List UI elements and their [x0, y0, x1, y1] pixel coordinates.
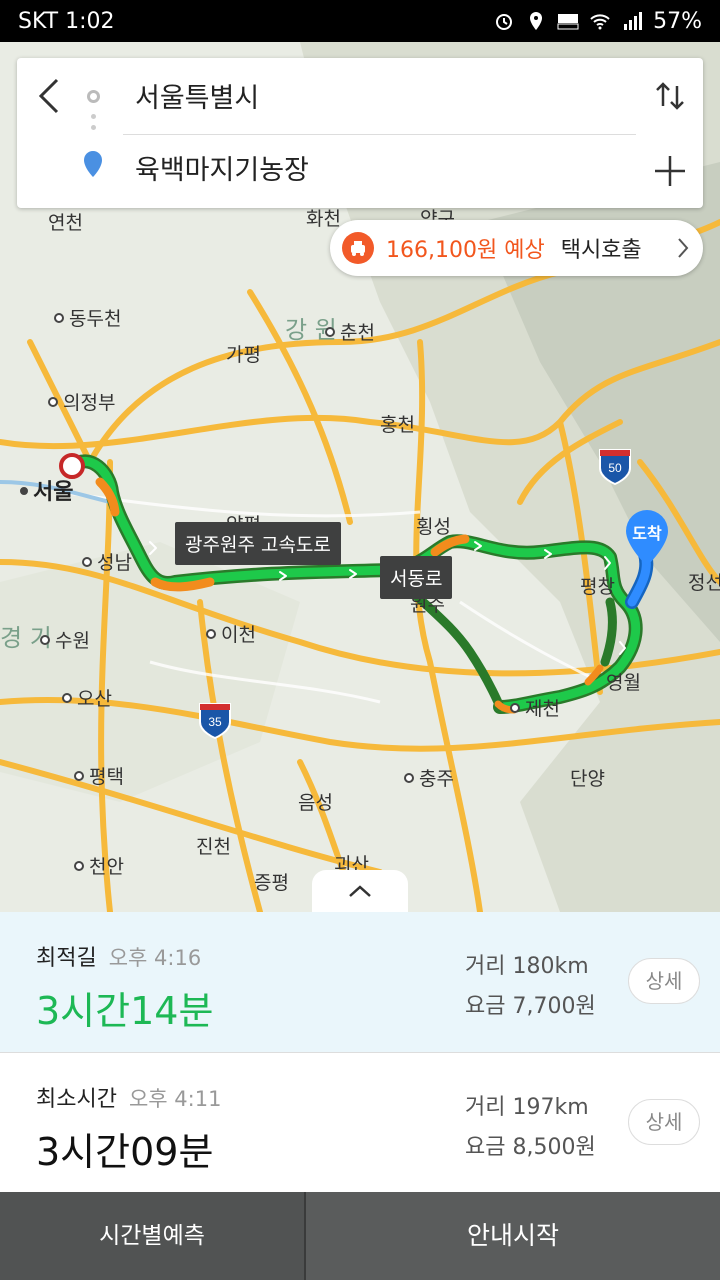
bottom-action-bar: 시간별예측 안내시작 [0, 1192, 720, 1280]
map-label-yeongwol: 영월 [606, 672, 641, 694]
route-detail-button[interactable]: 상세 [628, 958, 700, 1004]
map-label-uijeongbu: 의정부 [48, 388, 115, 415]
battery-level: 57% [653, 8, 702, 34]
map-label-cheonan: 천안 [74, 852, 124, 879]
field-divider [123, 134, 636, 135]
wifi-icon [590, 14, 610, 30]
route-name: 최적길 오후 4:16 [36, 946, 202, 971]
chevron-up-icon [349, 885, 371, 897]
panel-expand-handle[interactable] [312, 870, 408, 914]
map-label-seoul: 서울 [20, 474, 73, 506]
taxi-price-estimate: 166,100원 예상 [386, 238, 545, 263]
map-label-pyeongchang: 평창 [580, 576, 615, 598]
carrier-label: SKT [18, 8, 59, 34]
route-duration: 3시간14분 [36, 989, 214, 1033]
route-option-fastest[interactable]: 최소시간 오후 4:11 3시간09분 거리 197km 요금 8,500원 상세 [0, 1052, 720, 1192]
origin-dot-icon [87, 90, 100, 103]
map-label-jeongseon: 정선 [688, 572, 720, 594]
add-waypoint-icon[interactable] [651, 152, 689, 190]
map-label-danyang: 단양 [570, 768, 605, 790]
back-button[interactable] [31, 76, 71, 116]
route-search-card: 서울특별시 육백마지기농장 [17, 58, 703, 208]
map-label-pyeongtaek: 평택 [74, 762, 124, 789]
route-name: 최소시간 오후 4:11 [36, 1087, 222, 1112]
svg-text:35: 35 [208, 715, 222, 729]
map-label-icheon: 이천 [206, 620, 256, 647]
status-right: 57% [493, 9, 702, 34]
chevron-right-icon [678, 238, 689, 258]
destination-badge-label: 도착 [632, 524, 662, 543]
map-label-chungju: 충주 [404, 764, 454, 791]
route-distance: 거리 180km [465, 954, 589, 979]
route-distance: 거리 197km [465, 1095, 589, 1120]
clock: 1:02 [65, 8, 115, 34]
route-fee: 요금 7,700원 [465, 994, 596, 1019]
status-bar: SKT 1:02 57% [0, 0, 720, 42]
map-label-jeungpyeong: 증평 [254, 872, 289, 894]
route-fee: 요금 8,500원 [465, 1135, 596, 1160]
map-label-dongducheon: 동두천 [54, 304, 121, 331]
map-label-jincheon: 진천 [196, 836, 231, 858]
map-label-suwon: 수원 [40, 626, 90, 653]
svg-text:50: 50 [608, 461, 622, 475]
route-tag-seodongro: 서동로 [380, 556, 453, 599]
time-forecast-button[interactable]: 시간별예측 [0, 1192, 306, 1280]
route-duration: 3시간09분 [36, 1130, 214, 1174]
destination-field[interactable]: 육백마지기농장 [135, 148, 309, 187]
route-dots [91, 114, 96, 136]
map-label-eumseong: 음성 [298, 792, 333, 814]
route-detail-button[interactable]: 상세 [628, 1099, 700, 1145]
map-label-osan: 오산 [62, 684, 112, 711]
route-eta: 오후 4:11 [128, 1087, 222, 1111]
signal-icon [624, 12, 643, 30]
origin-field[interactable]: 서울특별시 [135, 76, 259, 115]
map-label-seongnam: 성남 [82, 548, 132, 575]
map-label-gapyeong: 가평 [226, 344, 261, 366]
destination-marker[interactable]: 도착 [624, 508, 670, 568]
start-navigation-button[interactable]: 안내시작 [306, 1192, 720, 1280]
taxi-call-button[interactable]: 166,100원 예상 택시호출 [330, 220, 703, 276]
status-left: SKT 1:02 [18, 9, 115, 34]
map-label-jecheon: 제천 [510, 694, 560, 721]
map-label-yeoncheon: 연천 [48, 212, 83, 234]
swap-icon[interactable] [653, 76, 687, 116]
destination-pin-icon [84, 151, 102, 177]
taxi-icon [342, 232, 374, 264]
route-tag-expressway: 광주원주 고속도로 [175, 522, 341, 565]
map-label-hwacheon: 화천 [306, 208, 341, 230]
location-icon [530, 12, 543, 30]
taxi-call-label: 택시호출 [560, 238, 642, 263]
hd-voice-icon [557, 14, 579, 30]
route-option-best[interactable]: 최적길 오후 4:16 3시간14분 거리 180km 요금 7,700원 상세 [0, 912, 720, 1052]
map-label-hongcheon: 홍천 [380, 414, 415, 436]
route-eta: 오후 4:16 [108, 946, 202, 970]
alarm-icon [496, 14, 513, 30]
map-label-chuncheon: 춘천 [325, 318, 375, 345]
map-label-hoengseong: 횡성 [416, 516, 451, 538]
